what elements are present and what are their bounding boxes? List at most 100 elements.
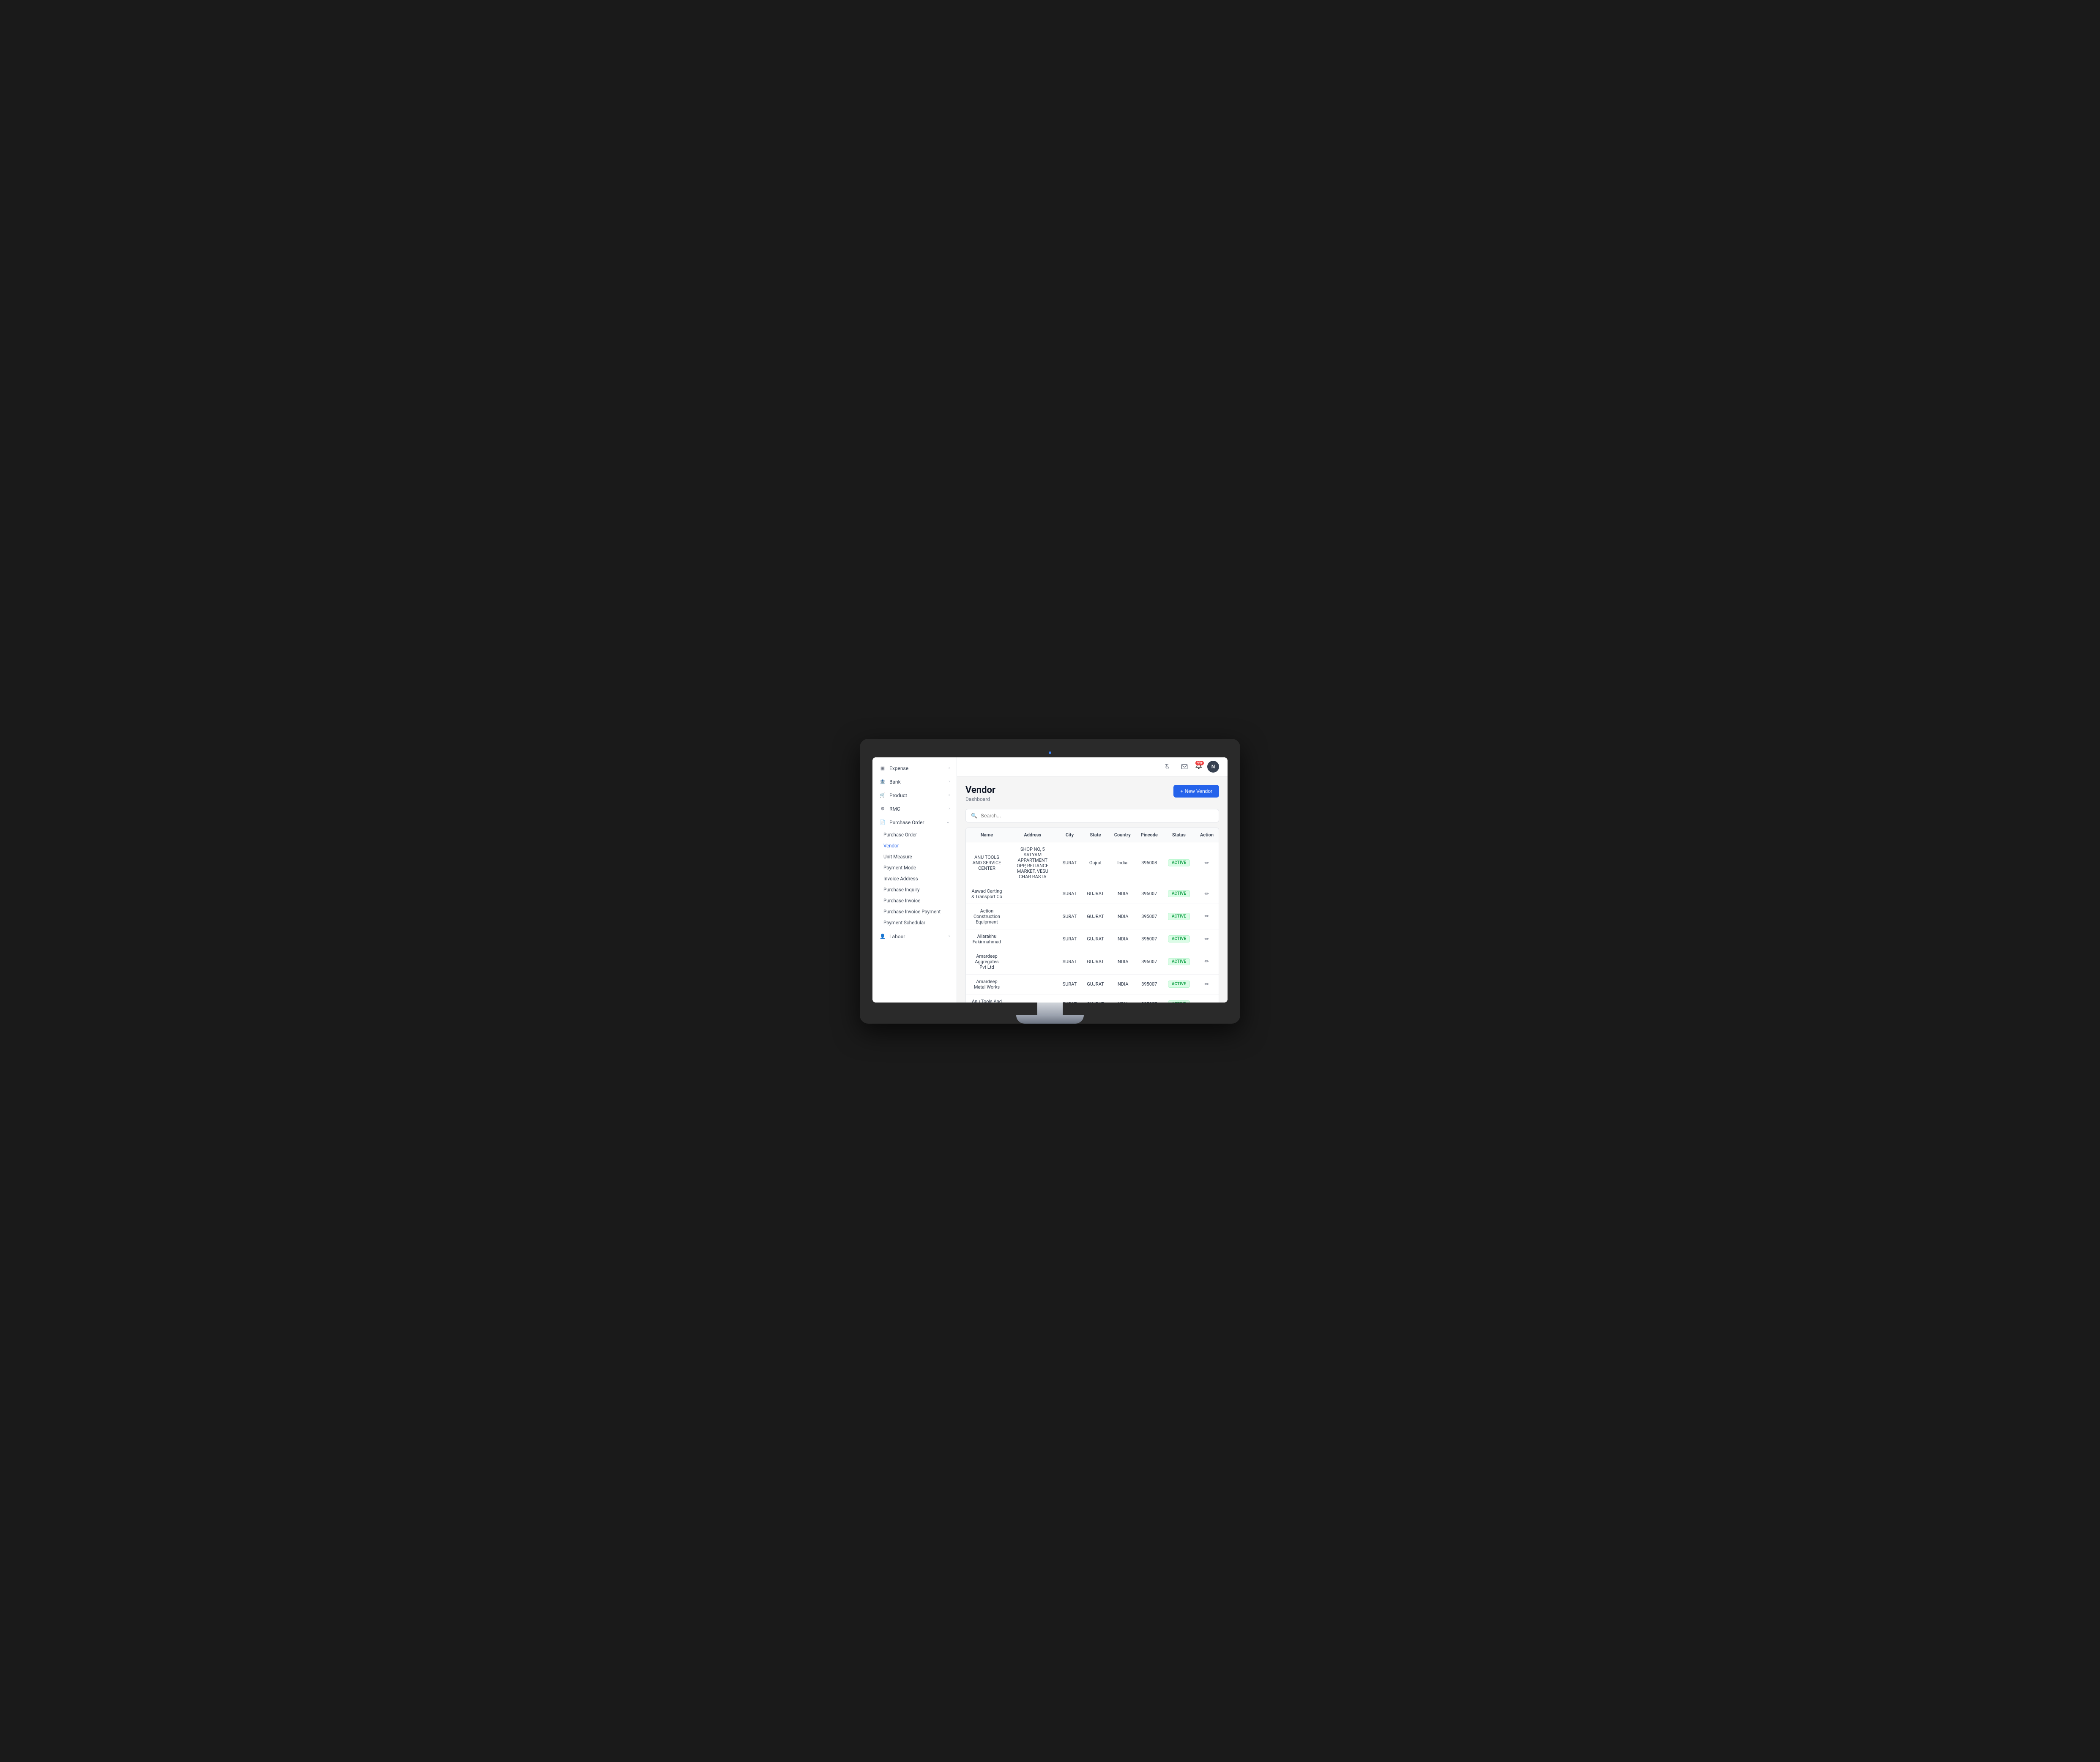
cell-action[interactable]: ✏	[1195, 904, 1219, 929]
cell-city: SURAT	[1058, 884, 1082, 904]
rmc-icon: ⚙	[879, 806, 886, 812]
col-state: State	[1082, 828, 1109, 842]
avatar[interactable]: N	[1207, 761, 1219, 773]
table-row: ANU TOOLS AND SERVICE CENTER SHOP NO, 5 …	[966, 842, 1219, 884]
status-badge: ACTIVE	[1168, 981, 1190, 988]
cell-action[interactable]: ✏	[1195, 842, 1219, 884]
new-vendor-button[interactable]: + New Vendor	[1173, 785, 1219, 798]
cell-address	[1008, 904, 1058, 929]
cell-city: SURAT	[1058, 949, 1082, 974]
edit-button[interactable]: ✏	[1205, 958, 1209, 965]
cell-country: INDIA	[1109, 884, 1136, 904]
sidebar-item-product-label: Product	[889, 792, 907, 798]
stand-neck	[1037, 1003, 1063, 1015]
chevron-down-icon: ⌄	[946, 820, 950, 825]
cell-status: ACTIVE	[1163, 974, 1195, 994]
sidebar-item-expense-label: Expense	[889, 765, 908, 771]
edit-button[interactable]: ✏	[1205, 913, 1209, 920]
cell-name: Allarakhu Fakirmahmad	[966, 929, 1008, 949]
table-row: Allarakhu Fakirmahmad SURAT GUJRAT INDIA…	[966, 929, 1219, 949]
cell-action[interactable]: ✏	[1195, 974, 1219, 994]
col-name: Name	[966, 828, 1008, 842]
cell-action[interactable]: ✏	[1195, 884, 1219, 904]
edit-button[interactable]: ✏	[1205, 1001, 1209, 1003]
cell-status: ACTIVE	[1163, 884, 1195, 904]
cell-name: Amardeep Aggregates Pvt Ltd	[966, 949, 1008, 974]
sidebar-sub-purchase-invoice[interactable]: Purchase Invoice	[872, 895, 957, 906]
edit-button[interactable]: ✏	[1205, 860, 1209, 866]
cell-country: India	[1109, 842, 1136, 884]
cell-city: SURAT	[1058, 929, 1082, 949]
edit-button[interactable]: ✏	[1205, 891, 1209, 897]
search-input[interactable]	[981, 813, 1214, 819]
cell-name: ANU TOOLS AND SERVICE CENTER	[966, 842, 1008, 884]
sidebar-sub-payment-mode-label: Payment Mode	[883, 865, 916, 871]
col-address: Address	[1008, 828, 1058, 842]
sidebar: ▣ Expense › 🏦 Bank › 🛒 Product › ⚙ RMC	[872, 757, 957, 1003]
sidebar-item-rmc[interactable]: ⚙ RMC ›	[872, 802, 957, 816]
cell-name: Aawad Carting & Transport Co	[966, 884, 1008, 904]
status-badge: ACTIVE	[1168, 1000, 1190, 1003]
cell-state: GUJRAT	[1082, 949, 1109, 974]
cell-address	[1008, 949, 1058, 974]
sidebar-sub-payment-scheduler[interactable]: Payment Schedular	[872, 917, 957, 928]
stand-base	[1016, 1015, 1084, 1024]
table-row: Action Construction Equipment SURAT GUJR…	[966, 904, 1219, 929]
chevron-icon: ›	[949, 934, 950, 939]
breadcrumb: Dashboard	[965, 796, 995, 802]
cell-status: ACTIVE	[1163, 842, 1195, 884]
top-bar: 99+ N	[957, 757, 1228, 776]
sidebar-item-bank[interactable]: 🏦 Bank ›	[872, 775, 957, 789]
cell-pincode: 395007	[1136, 974, 1163, 994]
cell-address	[1008, 929, 1058, 949]
sidebar-item-bank-label: Bank	[889, 779, 901, 785]
sidebar-sub-purchase-inquiry[interactable]: Purchase Inquiry	[872, 884, 957, 895]
sidebar-sub-invoice-address[interactable]: Invoice Address	[872, 873, 957, 884]
table-row: Amardeep Aggregates Pvt Ltd SURAT GUJRAT…	[966, 949, 1219, 974]
cell-status: ACTIVE	[1163, 929, 1195, 949]
product-icon: 🛒	[879, 792, 886, 799]
page-content: Vendor Dashboard + New Vendor 🔍	[957, 776, 1228, 1003]
cell-pincode: 395007	[1136, 929, 1163, 949]
translate-icon[interactable]	[1162, 761, 1173, 773]
notification-bell[interactable]: 99+	[1195, 762, 1202, 771]
notification-count: 99+	[1195, 761, 1204, 765]
col-action: Action	[1195, 828, 1219, 842]
cell-country: INDIA	[1109, 949, 1136, 974]
chevron-icon: ›	[949, 806, 950, 811]
monitor-stand	[872, 1003, 1228, 1024]
mail-icon[interactable]	[1179, 761, 1190, 773]
sidebar-sub-purchase-inquiry-label: Purchase Inquiry	[883, 887, 919, 893]
edit-button[interactable]: ✏	[1205, 936, 1209, 942]
cell-action[interactable]: ✏	[1195, 929, 1219, 949]
sidebar-sub-purchase-invoice-payment[interactable]: Purchase Invoice Payment	[872, 906, 957, 917]
sidebar-item-purchase-order[interactable]: 📄 Purchase Order ⌄	[872, 816, 957, 829]
vendor-table: Name Address City State Country Pincode …	[965, 828, 1219, 1003]
sidebar-sub-purchase-order[interactable]: Purchase Order	[872, 829, 957, 840]
sidebar-sub-purchase-order-label: Purchase Order	[883, 832, 917, 838]
cell-action[interactable]: ✏	[1195, 994, 1219, 1003]
sidebar-sub-unit-measure[interactable]: Unit Measure	[872, 851, 957, 862]
sidebar-sub-vendor[interactable]: Vendor	[872, 840, 957, 851]
labour-icon: 👤	[879, 933, 886, 940]
monitor-screen: ▣ Expense › 🏦 Bank › 🛒 Product › ⚙ RMC	[872, 757, 1228, 1003]
cell-city: SURAT	[1058, 974, 1082, 994]
sidebar-item-labour-label: Labour	[889, 934, 905, 940]
status-badge: ACTIVE	[1168, 935, 1190, 942]
col-country: Country	[1109, 828, 1136, 842]
sidebar-sub-purchase-invoice-payment-label: Purchase Invoice Payment	[883, 909, 941, 915]
cell-status: ACTIVE	[1163, 994, 1195, 1003]
edit-button[interactable]: ✏	[1205, 981, 1209, 988]
cell-pincode: 395007	[1136, 994, 1163, 1003]
table-row: Amardeep Metal Works SURAT GUJRAT INDIA …	[966, 974, 1219, 994]
sidebar-sub-payment-mode[interactable]: Payment Mode	[872, 862, 957, 873]
sidebar-item-expense[interactable]: ▣ Expense ›	[872, 762, 957, 775]
sidebar-sub-payment-scheduler-label: Payment Schedular	[883, 920, 925, 926]
chevron-icon: ›	[949, 779, 950, 784]
bank-icon: 🏦	[879, 779, 886, 785]
cell-action[interactable]: ✏	[1195, 949, 1219, 974]
purchase-order-icon: 📄	[879, 819, 886, 826]
sidebar-item-product[interactable]: 🛒 Product ›	[872, 789, 957, 802]
cell-name: Anu Tools And Serivce Center	[966, 994, 1008, 1003]
sidebar-item-labour[interactable]: 👤 Labour ›	[872, 930, 957, 943]
